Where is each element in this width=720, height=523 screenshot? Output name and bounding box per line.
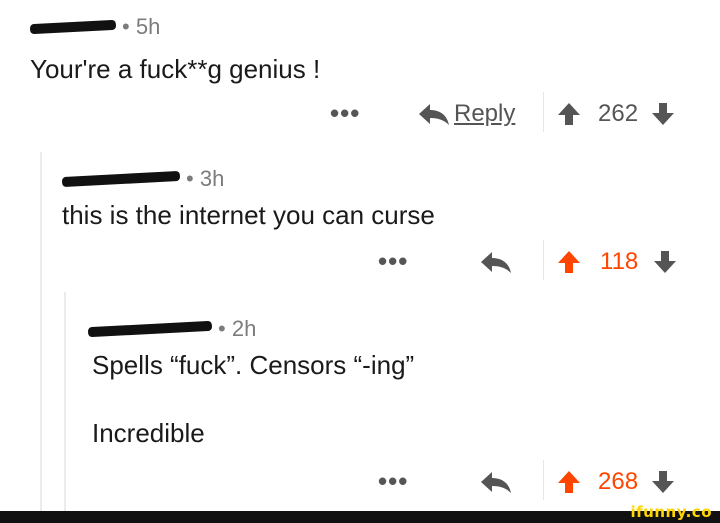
- redacted-username: [29, 19, 117, 35]
- redacted-username: [61, 170, 181, 188]
- reply-button[interactable]: Reply: [418, 100, 515, 128]
- upvote-arrow-icon[interactable]: [556, 101, 582, 127]
- downvote-arrow-icon[interactable]: [650, 101, 676, 127]
- comment-meta: • 3h: [61, 166, 225, 192]
- more-options-button[interactable]: •••: [378, 248, 408, 274]
- divider: [543, 460, 544, 500]
- reply-arrow-icon: [481, 472, 511, 493]
- upvote-arrow-icon[interactable]: [556, 469, 582, 495]
- comment-body: Your're a fuck**g genius !: [30, 54, 321, 84]
- comment-time: 2h: [231, 316, 257, 341]
- reply-arrow-icon: [419, 104, 449, 125]
- comment-body-line-2: Incredible: [92, 418, 205, 448]
- downvote-arrow-icon[interactable]: [650, 469, 676, 495]
- ifunny-watermark: ifunny.co: [630, 503, 712, 521]
- more-options-button[interactable]: •••: [378, 468, 408, 494]
- redacted-username: [87, 320, 213, 338]
- reply-arrow-icon: [481, 252, 511, 273]
- comment-actions: ••• Reply 262: [0, 92, 720, 132]
- comment-meta: • 5h: [29, 14, 161, 40]
- reply-label: Reply: [454, 100, 516, 127]
- comment-body-line-1: Spells “fuck”. Censors “-ing”: [92, 350, 415, 380]
- comment-time: 3h: [199, 166, 225, 191]
- bullet-separator: •: [122, 14, 136, 39]
- vote-control: 268: [556, 468, 676, 496]
- bullet-separator: •: [218, 316, 232, 341]
- vote-control: 118: [556, 248, 678, 276]
- reply-button[interactable]: [480, 470, 512, 494]
- more-options-button[interactable]: •••: [330, 100, 360, 126]
- comment-body: this is the internet you can curse: [62, 200, 435, 230]
- watermark-bar: [0, 511, 720, 523]
- comment-actions: ••• 268: [0, 460, 720, 500]
- comment-meta: • 2h: [87, 316, 257, 342]
- comment-time: 5h: [135, 14, 161, 39]
- upvote-arrow-icon[interactable]: [556, 249, 582, 275]
- bullet-separator: •: [186, 166, 200, 191]
- downvote-arrow-icon[interactable]: [652, 249, 678, 275]
- divider: [543, 240, 544, 280]
- vote-control: 262: [556, 100, 676, 128]
- divider: [543, 92, 544, 132]
- thread-line-level-1: [40, 152, 42, 512]
- vote-score: 118: [600, 248, 639, 275]
- reply-button[interactable]: [480, 250, 512, 274]
- comment-actions: ••• 118: [0, 240, 720, 280]
- vote-score: 262: [598, 100, 639, 127]
- vote-score: 268: [598, 468, 639, 495]
